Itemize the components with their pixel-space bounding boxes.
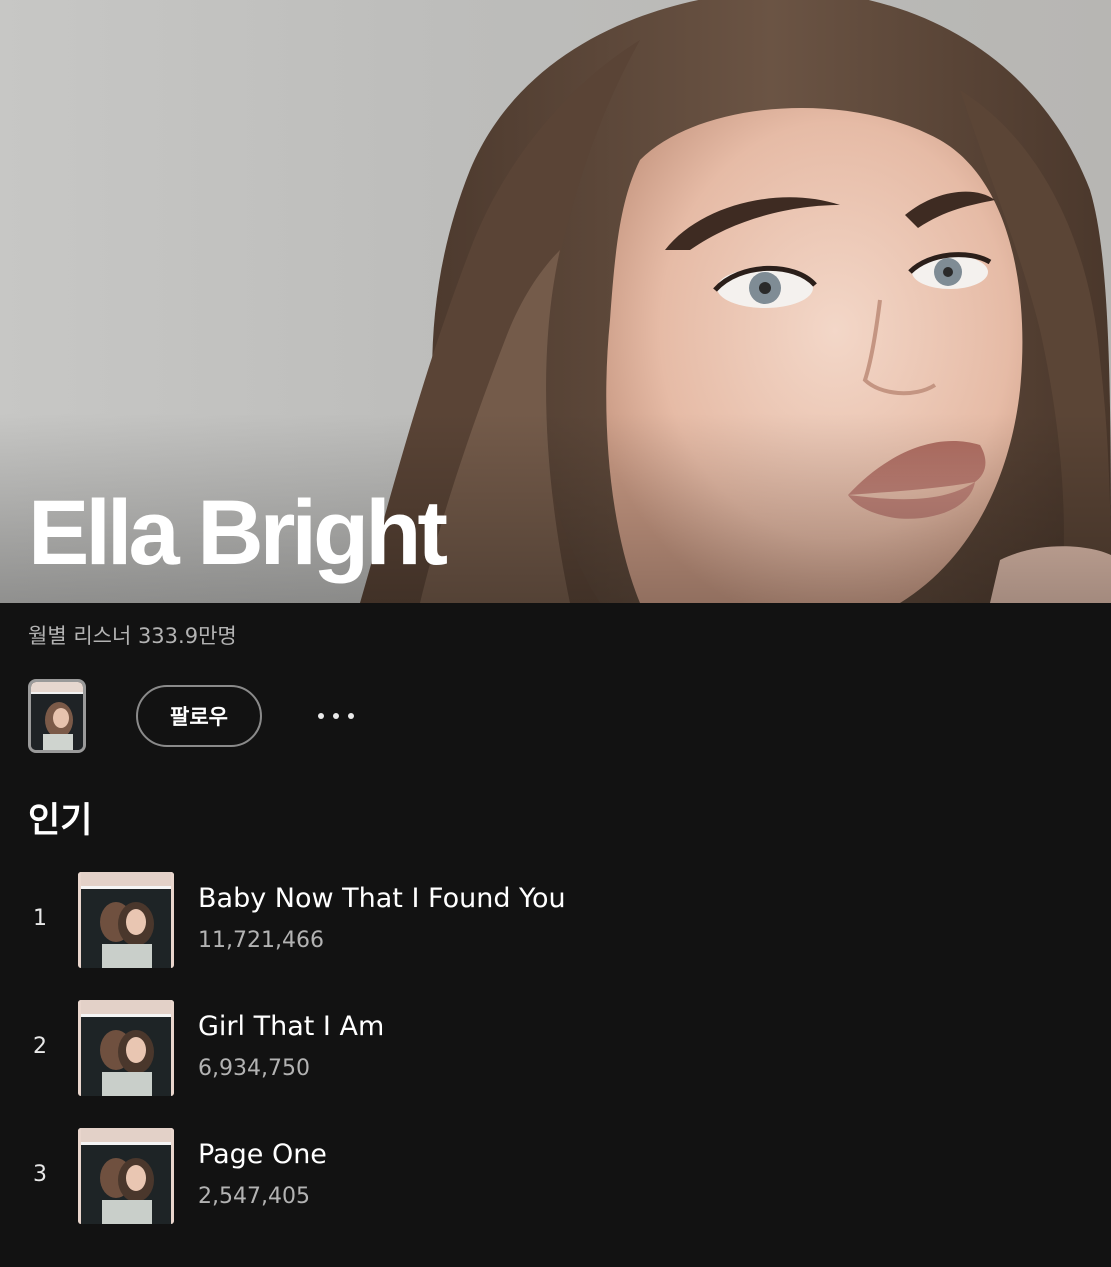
- track-cover-art: [78, 1128, 174, 1224]
- more-options-button[interactable]: [312, 696, 360, 736]
- track-row[interactable]: 3 Page One 2,547,405: [0, 1128, 1111, 1256]
- track-play-count: 2,547,405: [198, 1184, 310, 1209]
- popular-track-list: 1 Baby Now That I Found You 11,721,466 2: [0, 872, 1111, 1256]
- artist-hero: Ella Bright: [0, 0, 1111, 603]
- track-play-count: 11,721,466: [198, 928, 324, 953]
- track-play-count: 6,934,750: [198, 1056, 310, 1081]
- more-horizontal-icon: [333, 713, 339, 719]
- track-cover-art: [78, 1000, 174, 1096]
- album-art-icon: [31, 682, 83, 750]
- monthly-listeners: 월별 리스너 333.9만명: [28, 624, 237, 648]
- more-horizontal-icon: [348, 713, 354, 719]
- popular-section-title: 인기: [28, 801, 93, 841]
- follow-button[interactable]: 팔로우: [136, 685, 262, 747]
- track-row[interactable]: 2 Girl That I Am 6,934,750: [0, 1000, 1111, 1128]
- track-rank: 3: [33, 1162, 47, 1187]
- track-row[interactable]: 1 Baby Now That I Found You 11,721,466: [0, 872, 1111, 1000]
- track-title: Girl That I Am: [198, 1011, 385, 1042]
- artist-controls: 팔로우: [28, 676, 360, 756]
- track-rank: 2: [33, 1034, 47, 1059]
- track-rank: 1: [33, 906, 47, 931]
- track-cover-art: [78, 872, 174, 968]
- track-title: Baby Now That I Found You: [198, 883, 566, 914]
- artist-name: Ella Bright: [28, 482, 448, 584]
- track-title: Page One: [198, 1139, 327, 1170]
- more-horizontal-icon: [318, 713, 324, 719]
- artist-pick-thumbnail[interactable]: [28, 679, 86, 753]
